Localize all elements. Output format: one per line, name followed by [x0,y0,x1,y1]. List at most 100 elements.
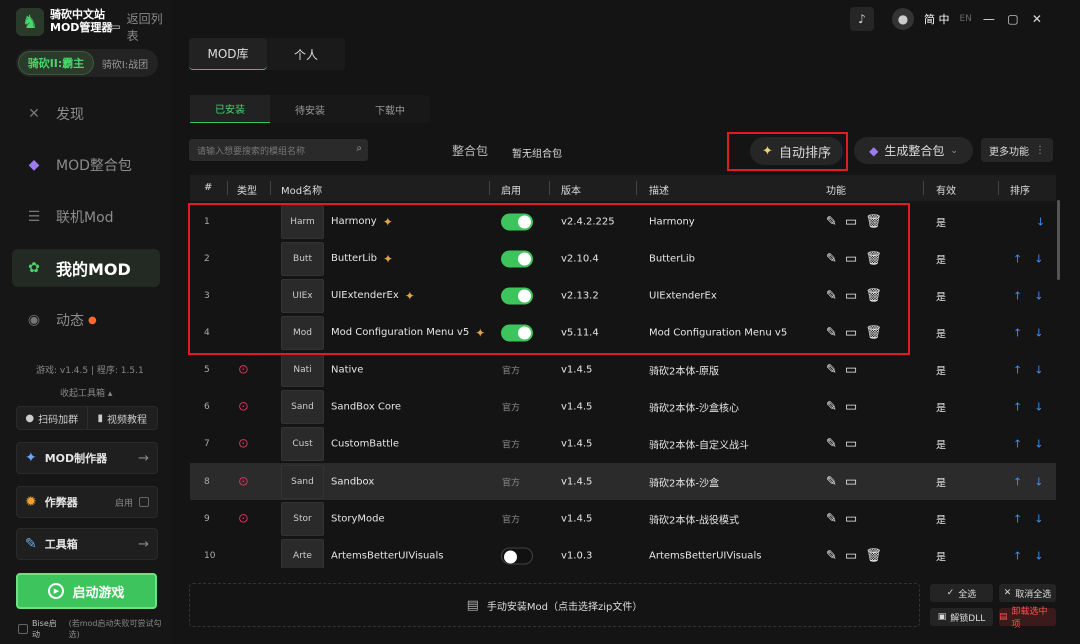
tab-personal[interactable]: 个人 [267,38,345,70]
tab-mod-library[interactable]: MOD库 [189,38,267,70]
table-scrollbar[interactable] [1057,200,1060,280]
highlight-box [188,203,910,355]
mod-valid: 是 [936,440,946,451]
arrow-down-icon[interactable]: ↓ [1034,549,1043,562]
bell-icon[interactable]: ♪ [850,7,874,31]
mod-valid: 是 [936,478,946,489]
nav-label: 联机Mod [56,210,114,226]
arrow-up-icon[interactable]: ↑ [1013,475,1022,488]
folder-icon[interactable]: ▭ [845,548,857,563]
unlock-dll-button[interactable]: ▣ 解锁DLL [930,608,993,626]
sort-controls: ↑ ↓ [1013,363,1043,376]
arrow-up-icon[interactable]: ↑ [1013,512,1022,525]
scan-join-group-button[interactable]: ● 扫码加群 [17,407,87,429]
video-tutorial-button[interactable]: ▮ 视频教程 [86,407,158,429]
nav-feed[interactable]: ◉ 动态 ● [12,301,160,339]
bise-launch-option[interactable]: Bise启动 (若mod启动失败可尝试勾选) [18,618,172,640]
collapse-toolbox[interactable]: 收起工具箱 ▴ [60,386,112,399]
arrow-down-icon[interactable]: ↓ [1034,252,1043,265]
sort-controls: ↑ ↓ [1013,252,1043,265]
edit-icon[interactable]: ✎ [826,362,837,377]
col-name[interactable]: Mod名称 [281,182,322,197]
nav-discover[interactable]: ✕ 发现 [12,95,160,133]
arrow-right-icon: → [138,536,149,552]
arrow-down-icon[interactable]: ↓ [1036,215,1045,228]
arrow-down-icon[interactable]: ↓ [1034,289,1043,302]
nav-modpacks[interactable]: ◆ MOD整合包 [12,146,160,184]
toolbox-button[interactable]: ✎ 工具箱 → [16,528,158,560]
table-row[interactable]: 10 Arte ArtemsBetterUIVisuals v1.0.3 Art… [190,537,1056,568]
lang-en[interactable]: EN [960,14,972,24]
edit-icon[interactable]: ✎ [826,399,837,414]
lang-zh[interactable]: 简 中 [924,11,950,27]
arrow-up-icon[interactable]: ↑ [1013,437,1022,450]
cheat-tool[interactable]: ✹ 作弊器 启用 [16,486,158,518]
nav-label: 发现 [56,107,84,123]
edit-icon[interactable]: ✎ [826,436,837,451]
tab-downloading[interactable]: 下载中 [350,95,430,123]
arrow-down-icon[interactable]: ↓ [1034,512,1043,525]
search-input[interactable]: 请输入想要搜索的模组名称 ⌕ [189,139,368,161]
arrow-down-icon[interactable]: ↓ [1034,326,1043,339]
arrow-down-icon[interactable]: ↓ [1034,363,1043,376]
uninstall-selected-button[interactable]: ▤ 卸载选中项 [999,607,1056,630]
trash-icon[interactable]: 🗑 [865,548,882,563]
tab-pending[interactable]: 待安装 [270,95,350,123]
nav-my-mod[interactable]: ✿ 我的MOD [12,249,160,287]
mod-maker-button[interactable]: ✦ MOD制作器 → [16,442,158,474]
table-row[interactable]: 7 ⊙ Cust CustomBattle 官方 v1.4.5 骑砍2本体-自定… [190,425,1056,462]
minimize-icon[interactable]: — [982,12,996,26]
edit-icon[interactable]: ✎ [826,548,837,563]
bise-checkbox[interactable] [18,624,28,634]
generate-modpack-button[interactable]: ◆ 生成整合包 ⌄ [854,137,973,164]
folder-icon[interactable]: ▭ [845,362,857,377]
location-pin-icon: ⊙ [238,399,249,414]
arrow-down-icon[interactable]: ↓ [1034,400,1043,413]
uninstall-label: 卸载选中项 [1011,607,1048,630]
sort-controls: ↑ ↓ [1013,289,1043,302]
enable-toggle[interactable] [501,547,533,564]
modpack-value[interactable]: 暂无组合包 [512,145,562,160]
video-label: 视频教程 [107,414,147,426]
manual-install-dropzone[interactable]: ▤ 手动安装Mod（点击选择zip文件） [189,583,920,627]
maximize-icon[interactable]: ▢ [1006,12,1020,26]
game-warband[interactable]: 骑砍I:战团 [94,56,156,71]
edit-icon[interactable]: ✎ [826,511,837,526]
arrow-down-icon[interactable]: ↓ [1034,475,1043,488]
cheat-enable[interactable]: 启用 [115,496,149,509]
search-icon[interactable]: ⌕ [356,143,362,154]
edit-icon[interactable]: ✎ [826,474,837,489]
more-functions-button[interactable]: 更多功能 ⋮ [981,138,1053,162]
table-row[interactable]: 9 ⊙ Stor StoryMode 官方 v1.4.5 骑砍2本体-战役模式 … [190,500,1056,537]
arrow-down-icon[interactable]: ↓ [1034,437,1043,450]
autosort-button[interactable]: ✦ 自动排序 [750,137,843,165]
back-to-list[interactable]: ⇦ 返回列表 [108,10,172,44]
version-info: 游戏: v1.4.5 | 程序: 1.5.1 [36,366,144,376]
row-functions: ✎ ▭ [826,362,857,377]
search-placeholder: 请输入想要搜索的模组名称 [197,146,306,157]
avatar[interactable]: ● [892,8,914,30]
table-row[interactable]: 6 ⊙ Sand SandBox Core 官方 v1.4.5 骑砍2本体-沙盒… [190,388,1056,425]
arrow-up-icon[interactable]: ↑ [1013,252,1022,265]
arrow-up-icon[interactable]: ↑ [1013,326,1022,339]
mod-version: v1.4.5 [561,513,593,524]
folder-icon[interactable]: ▭ [845,511,857,526]
select-all-button[interactable]: ✓ 全选 [930,584,993,602]
folder-icon[interactable]: ▭ [845,474,857,489]
nav-online-mod[interactable]: ☰ 联机Mod [12,198,160,236]
close-icon[interactable]: ✕ [1030,12,1044,26]
arrow-up-icon[interactable]: ↑ [1013,289,1022,302]
game-bannerlord[interactable]: 骑砍II:霸主 [18,51,94,75]
deselect-all-button[interactable]: ✕ 取消全选 [999,584,1056,602]
table-row-selected[interactable]: 8 ⊙ Sand Sandbox 官方 v1.4.5 骑砍2本体-沙盒 ✎ ▭ 是… [190,463,1056,500]
table-row[interactable]: 5 ⊙ Nati Native 官方 v1.4.5 骑砍2本体-原版 ✎ ▭ 是 … [190,351,1056,388]
folder-icon[interactable]: ▭ [845,436,857,451]
start-game-button[interactable]: ▶ 启动游戏 [16,573,157,609]
official-label: 官方 [502,515,521,525]
arrow-up-icon[interactable]: ↑ [1013,400,1022,413]
arrow-up-icon[interactable]: ↑ [1013,549,1022,562]
cheat-enable-checkbox[interactable] [139,497,149,507]
tab-installed[interactable]: 已安装 [190,95,270,123]
arrow-up-icon[interactable]: ↑ [1013,363,1022,376]
folder-icon[interactable]: ▭ [845,399,857,414]
